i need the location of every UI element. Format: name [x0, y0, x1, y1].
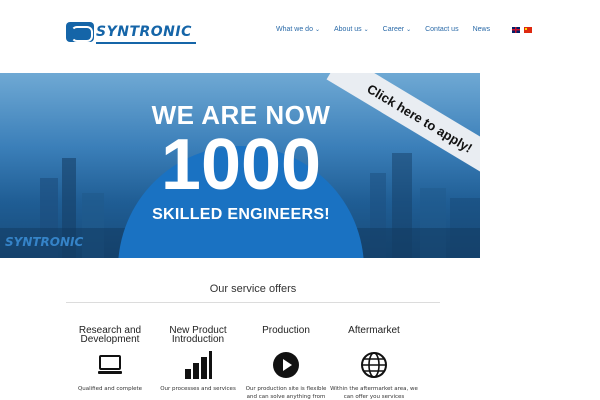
nav-label: Contact us: [425, 26, 459, 33]
globe-icon: [359, 350, 389, 380]
nav-label: News: [472, 26, 491, 33]
service-aftermarket[interactable]: Aftermarket Within the aftermarket area,…: [329, 326, 419, 400]
services-heading: Our service offers: [209, 283, 297, 295]
chevron-down-icon: ⌄: [314, 27, 320, 33]
nav-item-news[interactable]: News: [473, 26, 491, 33]
banner-watermark-logo: SYNTRONIC: [5, 235, 84, 249]
logo-underline: [96, 42, 196, 44]
service-research[interactable]: Research and Development Qualified and c…: [65, 326, 155, 393]
service-description: Within the aftermarket area, we can offe…: [330, 386, 418, 400]
logo-badge-icon: [66, 22, 94, 42]
service-title: Production: [262, 325, 310, 336]
chinese-flag-icon[interactable]: [524, 27, 532, 33]
nav-label: What we do: [276, 26, 313, 33]
service-npi[interactable]: New Product Introduction Our processes a…: [153, 326, 243, 393]
nav-item-about-us[interactable]: About us ⌄: [334, 26, 369, 33]
banner-subline: SKILLED ENGINEERS!: [152, 206, 330, 223]
service-description: Our production site is flexible and can …: [245, 386, 327, 400]
chevron-down-icon: ⌄: [406, 27, 412, 33]
main-nav: What we do ⌄ About us ⌄ Career ⌄ Contact us…: [276, 26, 504, 33]
nav-item-what-we-do[interactable]: What we do ⌄: [276, 26, 320, 33]
english-flag-icon[interactable]: [512, 27, 520, 33]
section-divider: [66, 302, 440, 303]
hero-banner[interactable]: WE ARE NOW 1000 SKILLED ENGINEERS! Click…: [0, 73, 480, 258]
chevron-down-icon: ⌄: [363, 27, 369, 33]
language-switcher: [512, 27, 532, 33]
service-title: Research and Development: [78, 325, 142, 345]
laptop-icon: [95, 350, 125, 380]
logo-text: SYNTRONIC: [96, 24, 192, 40]
service-production[interactable]: Production Our production site is flexib…: [241, 326, 331, 400]
play-icon: [271, 350, 301, 380]
site-logo[interactable]: SYNTRONIC: [66, 21, 198, 44]
service-description: Our processes and services: [160, 386, 236, 392]
service-title: New Product Introduction: [169, 325, 227, 345]
nav-label: Career: [382, 26, 405, 33]
nav-item-career[interactable]: Career ⌄: [383, 26, 411, 33]
banner-number: 1000: [160, 125, 322, 205]
bar-chart-icon: [183, 350, 213, 380]
service-title: Aftermarket: [348, 325, 400, 336]
nav-item-contact-us[interactable]: Contact us: [425, 26, 458, 33]
service-description: Qualified and complete: [77, 386, 143, 392]
nav-label: About us: [334, 26, 362, 33]
